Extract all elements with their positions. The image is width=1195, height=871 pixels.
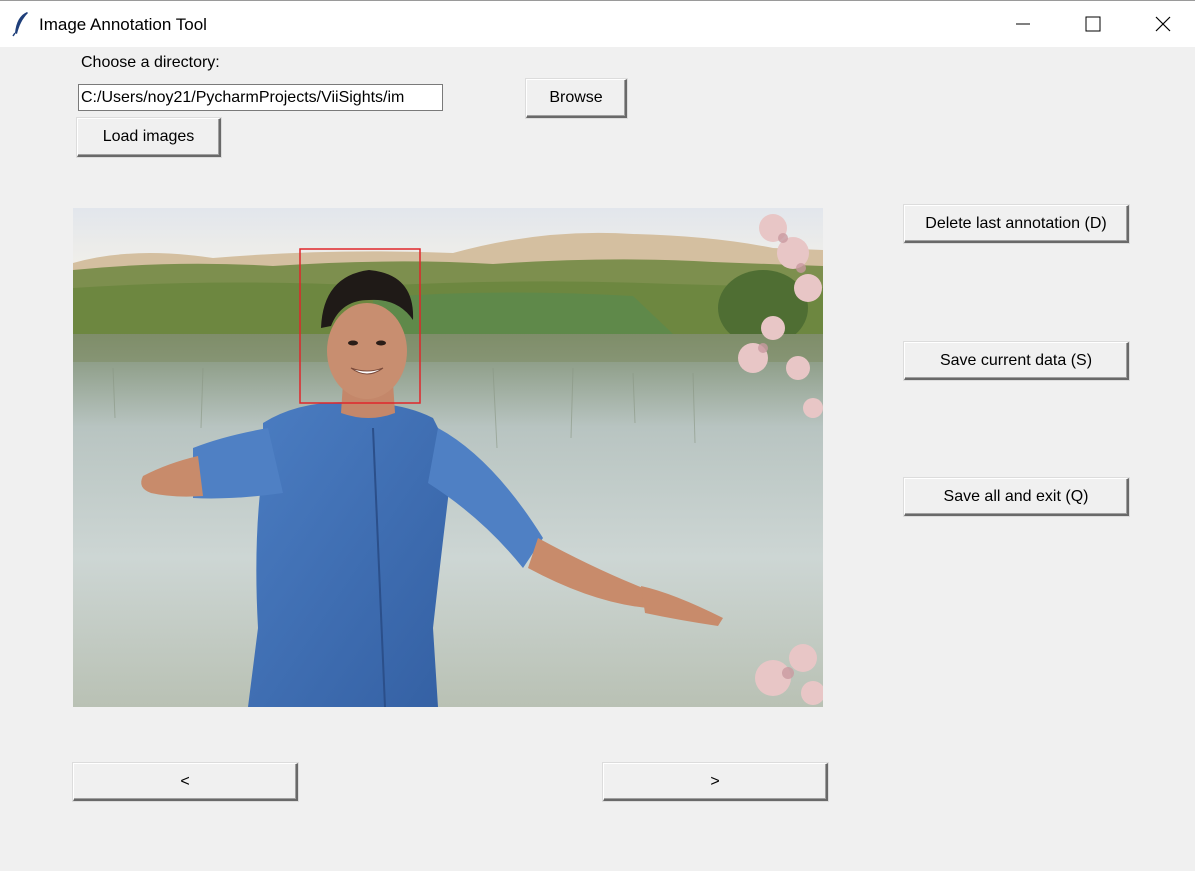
previous-image-button[interactable]: < (73, 763, 298, 801)
directory-path-input[interactable] (78, 84, 443, 111)
close-button[interactable] (1128, 1, 1195, 47)
title-bar[interactable]: Image Annotation Tool (0, 0, 1195, 47)
delete-annotation-button[interactable]: Delete last annotation (D) (904, 205, 1129, 243)
save-current-button[interactable]: Save current data (S) (904, 342, 1129, 380)
annotated-photo (73, 208, 823, 707)
window-title: Image Annotation Tool (39, 15, 207, 34)
minimize-icon (1016, 23, 1030, 25)
image-canvas[interactable] (73, 208, 823, 707)
save-exit-button[interactable]: Save all and exit (Q) (904, 478, 1129, 516)
browse-button[interactable]: Browse (526, 79, 627, 118)
minimize-button[interactable] (988, 1, 1058, 47)
directory-label: Choose a directory: (81, 54, 220, 71)
maximize-icon (1085, 16, 1101, 32)
feather-icon (12, 12, 28, 37)
close-icon (1155, 16, 1171, 32)
maximize-button[interactable] (1058, 1, 1128, 47)
next-image-button[interactable]: > (603, 763, 828, 801)
load-images-button[interactable]: Load images (77, 118, 221, 157)
